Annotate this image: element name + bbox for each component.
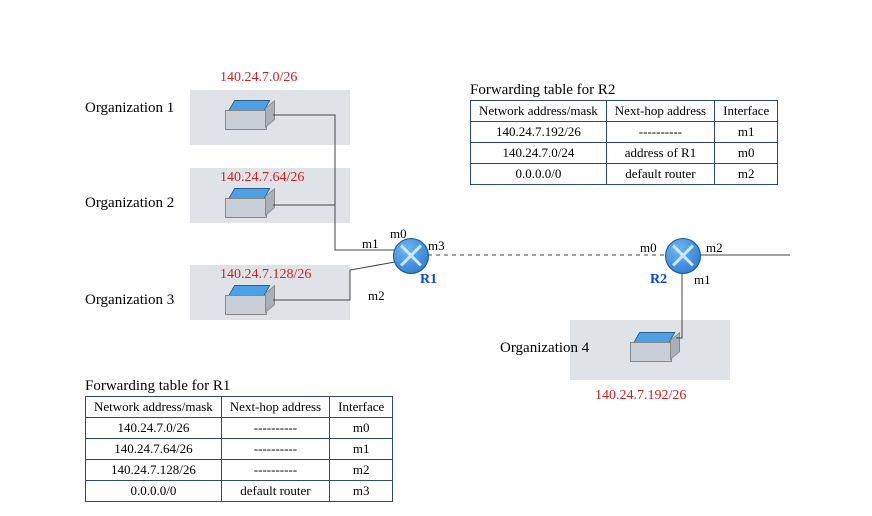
- th: Interface: [330, 397, 393, 418]
- host-icon: [225, 285, 271, 317]
- org2-net: 140.24.7.64/26: [220, 170, 304, 186]
- org4-label: Organization 4: [500, 340, 589, 357]
- th: Interface: [715, 101, 778, 122]
- r2-port-m1: m1: [694, 272, 711, 288]
- org1-label: Organization 1: [85, 100, 174, 117]
- org3-label: Organization 3: [85, 292, 174, 309]
- r1-port-m1: m1: [362, 236, 379, 252]
- forwarding-table-r2: Network address/mask Next-hop address In…: [470, 100, 778, 185]
- th: Next-hop address: [606, 101, 714, 122]
- th: Network address/mask: [86, 397, 222, 418]
- router-r1-name: R1: [420, 272, 437, 288]
- host-icon: [225, 188, 271, 220]
- router-r1-icon: [393, 238, 429, 274]
- r1-port-m2: m2: [368, 288, 385, 304]
- forwarding-table-r1: Network address/mask Next-hop address In…: [85, 396, 393, 502]
- org3-net: 140.24.7.128/26: [220, 267, 311, 283]
- org1-net: 140.24.7.0/26: [220, 70, 297, 86]
- org4-net: 140.24.7.192/26: [595, 388, 686, 404]
- r2-port-m2: m2: [706, 240, 723, 256]
- r1-port-m0: m0: [390, 226, 407, 242]
- host-icon: [630, 332, 676, 364]
- router-r2-name: R2: [650, 272, 667, 288]
- r2-port-m0: m0: [640, 240, 657, 256]
- org2-label: Organization 2: [85, 195, 174, 212]
- table-r1-title: Forwarding table for R1: [85, 378, 230, 395]
- router-r2-icon: [665, 238, 701, 274]
- r1-port-m3: m3: [428, 238, 445, 254]
- table-r2-title: Forwarding table for R2: [470, 82, 615, 99]
- th: Network address/mask: [471, 101, 607, 122]
- th: Next-hop address: [221, 397, 329, 418]
- host-icon: [225, 100, 271, 132]
